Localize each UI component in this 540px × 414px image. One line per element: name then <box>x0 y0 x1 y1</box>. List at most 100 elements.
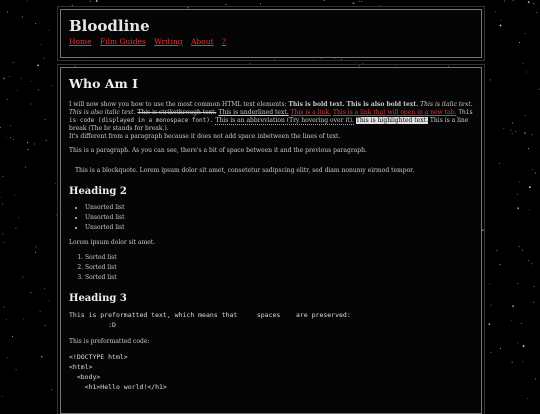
bold-text: This is bold text. <box>288 101 345 108</box>
star-dot <box>533 3 535 5</box>
star-dot <box>27 142 28 143</box>
abbreviation-text[interactable]: This is an abbreviation (Try hovering ov… <box>215 117 354 125</box>
list-item: Unsorted list <box>85 203 473 213</box>
star-dot <box>528 148 530 150</box>
star-dot <box>481 229 484 232</box>
star-dot <box>522 249 524 251</box>
preformatted-code: <!DOCTYPE html> <html> <body> <h1>Hello … <box>69 353 167 391</box>
preformatted-text: This is preformatted text, which means t… <box>69 311 351 329</box>
site-title: Bloodline <box>69 17 150 35</box>
star-dot <box>524 132 526 135</box>
star-dot <box>489 283 491 285</box>
star-dot <box>360 0 362 2</box>
star-dot <box>12 62 14 64</box>
star-dot <box>511 132 513 134</box>
star-dot <box>352 2 355 4</box>
star-dot <box>517 207 519 210</box>
star-dot <box>21 16 23 18</box>
star-dot <box>34 143 36 145</box>
star-dot <box>225 4 227 6</box>
star-dot <box>500 348 501 349</box>
nav-link-question[interactable]: ? <box>222 37 226 46</box>
example-link-new-tab[interactable]: This is a link that will open in a new t… <box>333 109 457 116</box>
star-dot <box>10 137 12 139</box>
star-dot <box>427 5 429 7</box>
star-dot <box>518 181 520 183</box>
star-dot <box>512 122 514 124</box>
star-dot <box>71 4 73 6</box>
star-dot <box>524 115 526 117</box>
star-dot <box>522 62 524 64</box>
star-dot <box>511 361 513 363</box>
star-dot <box>6 98 8 100</box>
paragraph: This is a paragraph. As you can see, the… <box>69 147 367 154</box>
star-dot <box>313 59 315 61</box>
italic-text: This is italic text. <box>420 101 473 108</box>
star-dot <box>30 292 32 293</box>
star-dot <box>37 64 39 67</box>
list-item: Unsorted list <box>85 213 473 223</box>
star-dot <box>531 169 533 171</box>
star-dot <box>18 217 19 219</box>
star-dot <box>30 80 32 82</box>
star-dot <box>89 0 91 2</box>
list-item: Sorted list <box>85 273 473 283</box>
nav-link-film-guides[interactable]: Film Guides <box>100 37 146 46</box>
star-dot <box>85 60 87 62</box>
star-dot <box>55 183 57 185</box>
star-dot <box>43 57 45 59</box>
star-dot <box>490 351 492 353</box>
star-dot <box>355 61 357 63</box>
star-dot <box>531 263 533 265</box>
star-dot <box>0 127 1 128</box>
preformatted-code-label: This is preformatted code: <box>69 338 150 345</box>
star-dot <box>44 118 46 120</box>
star-dot <box>341 58 343 60</box>
star-dot <box>533 286 535 287</box>
nav-link-writing[interactable]: Writing <box>154 37 182 46</box>
star-dot <box>56 214 57 216</box>
star-dot <box>503 0 505 2</box>
star-dot <box>273 58 275 60</box>
blockquote: This is a blockquote. Lorem ipsum dolor … <box>75 167 415 174</box>
star-dot <box>40 43 42 45</box>
site-header: Bloodline Home Film Guides Writing About… <box>57 6 485 61</box>
star-dot <box>522 345 525 347</box>
star-dot <box>538 88 540 90</box>
star-dot <box>40 355 43 358</box>
nav-link-home[interactable]: Home <box>69 37 92 46</box>
star-dot <box>499 24 502 27</box>
star-dot <box>44 324 46 326</box>
star-dot <box>26 0 28 2</box>
star-dot <box>496 250 498 252</box>
example-link[interactable]: This is a link. <box>291 109 331 116</box>
star-dot <box>499 264 501 266</box>
star-dot <box>517 342 519 344</box>
star-dot <box>20 77 22 79</box>
star-dot <box>531 134 533 136</box>
star-dot <box>532 301 534 303</box>
star-dot <box>512 0 514 2</box>
star-dot <box>35 251 37 253</box>
italic-text-alt: This is also italic text. <box>69 109 136 116</box>
star-dot <box>27 149 29 150</box>
star-dot <box>395 64 397 66</box>
underlined-text: This is underlined text. <box>218 109 289 116</box>
star-dot <box>56 392 58 394</box>
nav-link-about[interactable]: About <box>191 37 214 46</box>
star-dot <box>510 129 512 131</box>
star-dot <box>95 0 98 2</box>
star-dot <box>12 336 13 338</box>
star-dot <box>525 71 527 73</box>
star-dot <box>516 193 518 195</box>
star-dot <box>528 186 531 189</box>
star-dot <box>6 357 8 359</box>
star-dot <box>498 162 500 164</box>
star-dot <box>35 23 37 25</box>
star-dot <box>16 89 18 91</box>
star-dot <box>500 19 502 21</box>
star-dot <box>5 318 7 320</box>
star-dot <box>22 318 24 320</box>
star-dot <box>3 77 5 80</box>
strikethrough-text: This is strikethrough text. <box>137 109 217 116</box>
